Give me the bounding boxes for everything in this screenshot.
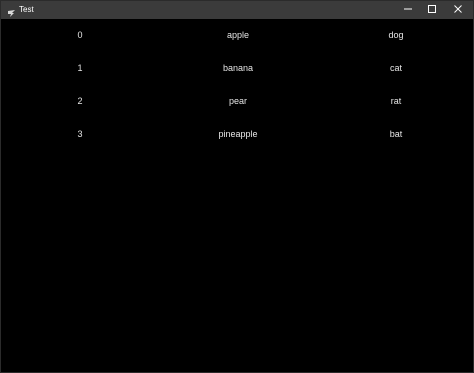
fruit-cell: banana: [222, 63, 254, 73]
index-cell: 0: [77, 30, 83, 40]
animal-cell: rat: [390, 96, 402, 106]
close-icon: [453, 1, 463, 19]
animal-cell: bat: [389, 129, 403, 139]
feather-icon: [7, 5, 16, 17]
table-row: 0 apple dog: [1, 19, 473, 52]
index-cell: 2: [77, 96, 83, 106]
animal-cell: dog: [388, 30, 404, 40]
table-row: 3 pineapple bat: [1, 118, 473, 151]
index-cell: 3: [77, 129, 83, 139]
fruit-cell: pineapple: [218, 129, 258, 139]
minimize-icon: [403, 1, 413, 19]
animal-cell: cat: [389, 63, 402, 73]
close-button[interactable]: [447, 1, 469, 19]
table: 0 apple dog 1 banana cat 2 pear rat 3 pi…: [1, 19, 473, 372]
index-cell: 1: [77, 63, 83, 73]
title-bar[interactable]: Test: [1, 1, 473, 19]
maximize-button[interactable]: [421, 1, 443, 19]
window-title: Test: [19, 5, 34, 14]
minimize-button[interactable]: [397, 1, 419, 19]
maximize-icon: [427, 1, 437, 19]
table-row: 1 banana cat: [1, 52, 473, 85]
fruit-cell: pear: [228, 96, 247, 106]
table-row: 2 pear rat: [1, 85, 473, 118]
fruit-cell: apple: [226, 30, 250, 40]
app-window: Test 0 apple dog 1 banana cat 2 pear rat…: [0, 0, 474, 373]
